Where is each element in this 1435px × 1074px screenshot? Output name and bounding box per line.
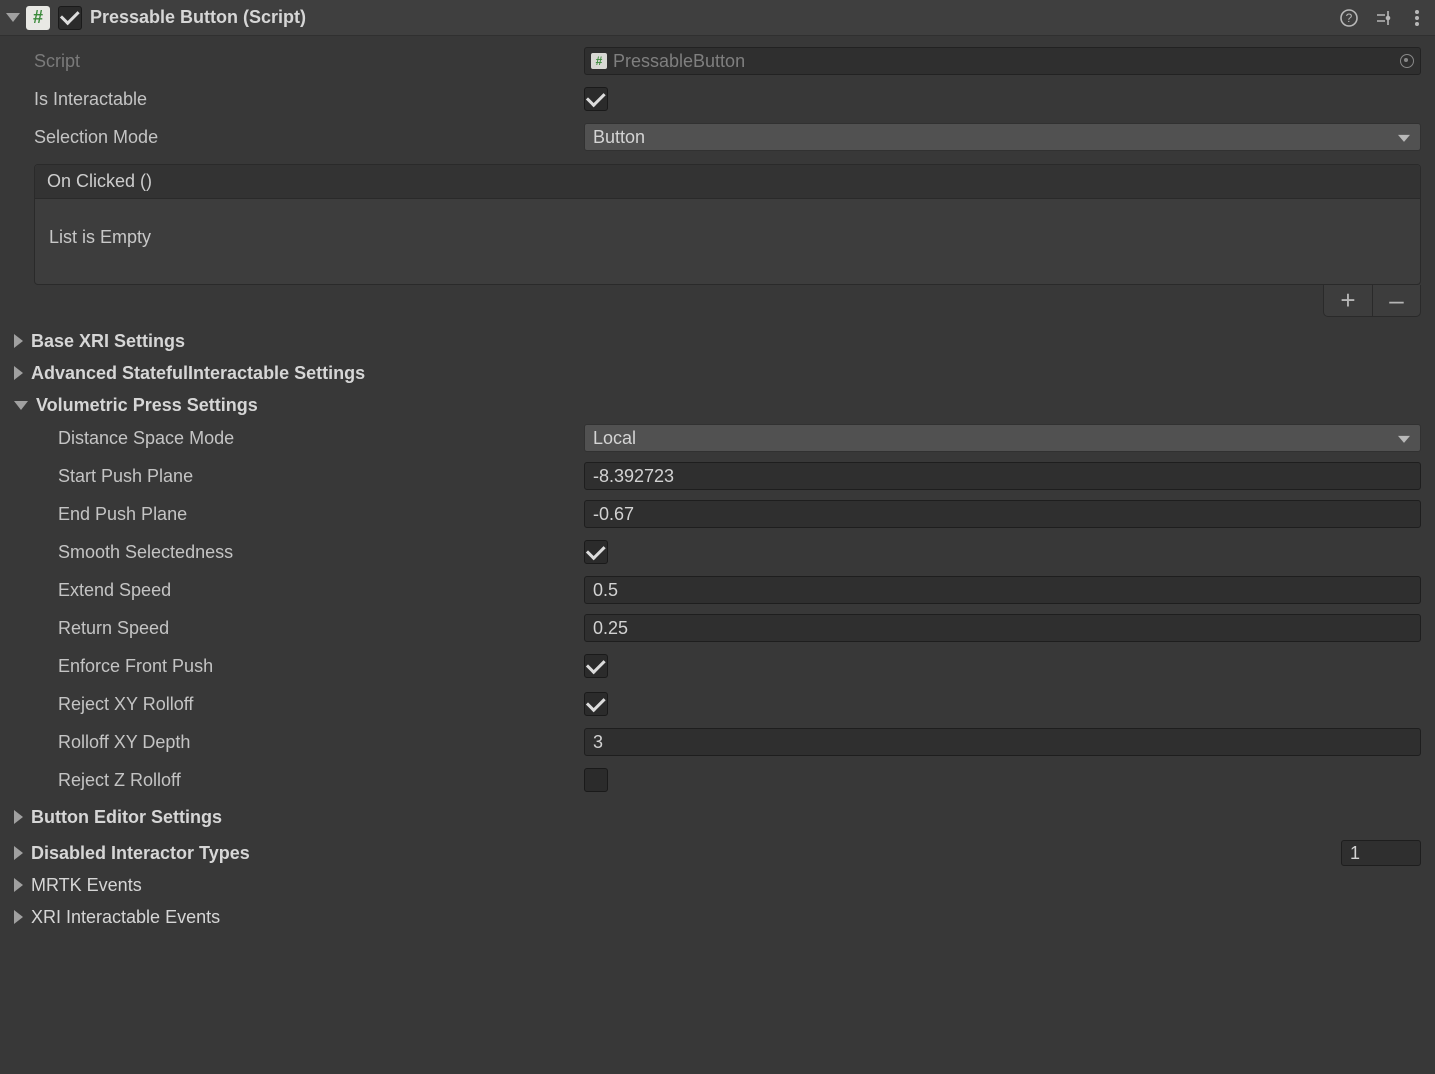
distance-space-mode-row: Distance Space Mode Local	[58, 421, 1421, 455]
volumetric-section[interactable]: Volumetric Press Settings	[14, 389, 1421, 421]
reject-z-rolloff-row: Reject Z Rolloff	[58, 763, 1421, 797]
extend-speed-input[interactable]	[584, 576, 1421, 604]
on-clicked-header: On Clicked ()	[35, 165, 1420, 199]
is-interactable-label: Is Interactable	[34, 89, 584, 110]
component-body: Script # PressableButton Is Interactable…	[0, 36, 1435, 837]
selection-mode-value: Button	[593, 127, 645, 148]
start-push-plane-row: Start Push Plane	[58, 459, 1421, 493]
distance-space-mode-label: Distance Space Mode	[58, 428, 584, 449]
selection-mode-dropdown[interactable]: Button	[584, 123, 1421, 151]
smooth-selectedness-checkbox[interactable]	[584, 540, 608, 564]
rolloff-xy-depth-label: Rolloff XY Depth	[58, 732, 584, 753]
extend-speed-row: Extend Speed	[58, 573, 1421, 607]
reject-z-rolloff-checkbox[interactable]	[584, 768, 608, 792]
script-row: Script # PressableButton	[34, 44, 1421, 78]
end-push-plane-label: End Push Plane	[58, 504, 584, 525]
script-mini-icon: #	[591, 53, 607, 69]
rolloff-xy-depth-input[interactable]	[584, 728, 1421, 756]
selection-mode-row: Selection Mode Button	[34, 120, 1421, 154]
enforce-front-push-row: Enforce Front Push	[58, 649, 1421, 683]
component-header: # Pressable Button (Script) ?	[0, 0, 1435, 36]
mrtk-events-row[interactable]: MRTK Events	[14, 869, 1435, 901]
pressable-button-component: # Pressable Button (Script) ? Script # P…	[0, 0, 1435, 933]
start-push-plane-label: Start Push Plane	[58, 466, 584, 487]
disabled-interactor-count[interactable]	[1341, 840, 1421, 866]
component-enable-checkbox[interactable]	[58, 6, 82, 30]
enforce-front-push-checkbox[interactable]	[584, 654, 608, 678]
volumetric-content: Distance Space Mode Local Start Push Pla…	[34, 421, 1421, 797]
foldout-icon[interactable]	[14, 334, 23, 348]
component-title: Pressable Button (Script)	[90, 7, 1339, 28]
rolloff-xy-depth-row: Rolloff XY Depth	[58, 725, 1421, 759]
end-push-plane-input[interactable]	[584, 500, 1421, 528]
mrtk-events-title: MRTK Events	[31, 875, 1435, 896]
script-label: Script	[34, 51, 584, 72]
is-interactable-checkbox[interactable]	[584, 87, 608, 111]
on-clicked-event: On Clicked () List is Empty	[34, 164, 1421, 285]
return-speed-label: Return Speed	[58, 618, 584, 639]
reject-xy-rolloff-label: Reject XY Rolloff	[58, 694, 584, 715]
foldout-icon[interactable]	[14, 846, 23, 860]
svg-text:?: ?	[1346, 11, 1353, 25]
disabled-interactor-title: Disabled Interactor Types	[31, 843, 1341, 864]
disabled-interactor-row[interactable]: Disabled Interactor Types	[14, 837, 1435, 869]
script-value: PressableButton	[613, 51, 745, 72]
preset-icon[interactable]	[1373, 8, 1393, 28]
bottom-foldouts: Disabled Interactor Types MRTK Events XR…	[0, 837, 1435, 933]
reject-xy-rolloff-row: Reject XY Rolloff	[58, 687, 1421, 721]
component-header-icons: ?	[1339, 8, 1427, 28]
object-picker-icon[interactable]	[1400, 54, 1414, 68]
smooth-selectedness-label: Smooth Selectedness	[58, 542, 584, 563]
component-foldout-icon[interactable]	[6, 13, 20, 22]
help-icon[interactable]: ?	[1339, 8, 1359, 28]
button-editor-title: Button Editor Settings	[31, 807, 222, 828]
button-editor-section[interactable]: Button Editor Settings	[14, 801, 1421, 833]
xri-events-title: XRI Interactable Events	[31, 907, 1435, 928]
is-interactable-row: Is Interactable	[34, 82, 1421, 116]
base-xri-section[interactable]: Base XRI Settings	[14, 325, 1421, 357]
foldout-icon[interactable]	[14, 810, 23, 824]
event-buttons: + –	[34, 285, 1421, 317]
extend-speed-label: Extend Speed	[58, 580, 584, 601]
foldout-icon[interactable]	[14, 401, 28, 410]
distance-space-mode-value: Local	[593, 428, 636, 449]
event-add-button[interactable]: +	[1324, 285, 1372, 316]
return-speed-row: Return Speed	[58, 611, 1421, 645]
return-speed-input[interactable]	[584, 614, 1421, 642]
reject-z-rolloff-label: Reject Z Rolloff	[58, 770, 584, 791]
event-remove-button[interactable]: –	[1372, 285, 1420, 316]
start-push-plane-input[interactable]	[584, 462, 1421, 490]
enforce-front-push-label: Enforce Front Push	[58, 656, 584, 677]
script-icon: #	[26, 6, 50, 30]
selection-mode-label: Selection Mode	[34, 127, 584, 148]
xri-events-row[interactable]: XRI Interactable Events	[14, 901, 1435, 933]
volumetric-title: Volumetric Press Settings	[36, 395, 258, 416]
foldout-icon[interactable]	[14, 878, 23, 892]
distance-space-mode-dropdown[interactable]: Local	[584, 424, 1421, 452]
on-clicked-empty: List is Empty	[35, 199, 1420, 284]
advanced-title: Advanced StatefulInteractable Settings	[31, 363, 365, 384]
foldout-icon[interactable]	[14, 910, 23, 924]
reject-xy-rolloff-checkbox[interactable]	[584, 692, 608, 716]
script-object-field[interactable]: # PressableButton	[584, 47, 1421, 75]
context-menu-icon[interactable]	[1407, 8, 1427, 28]
foldout-icon[interactable]	[14, 366, 23, 380]
smooth-selectedness-row: Smooth Selectedness	[58, 535, 1421, 569]
advanced-section[interactable]: Advanced StatefulInteractable Settings	[14, 357, 1421, 389]
end-push-plane-row: End Push Plane	[58, 497, 1421, 531]
base-xri-title: Base XRI Settings	[31, 331, 185, 352]
